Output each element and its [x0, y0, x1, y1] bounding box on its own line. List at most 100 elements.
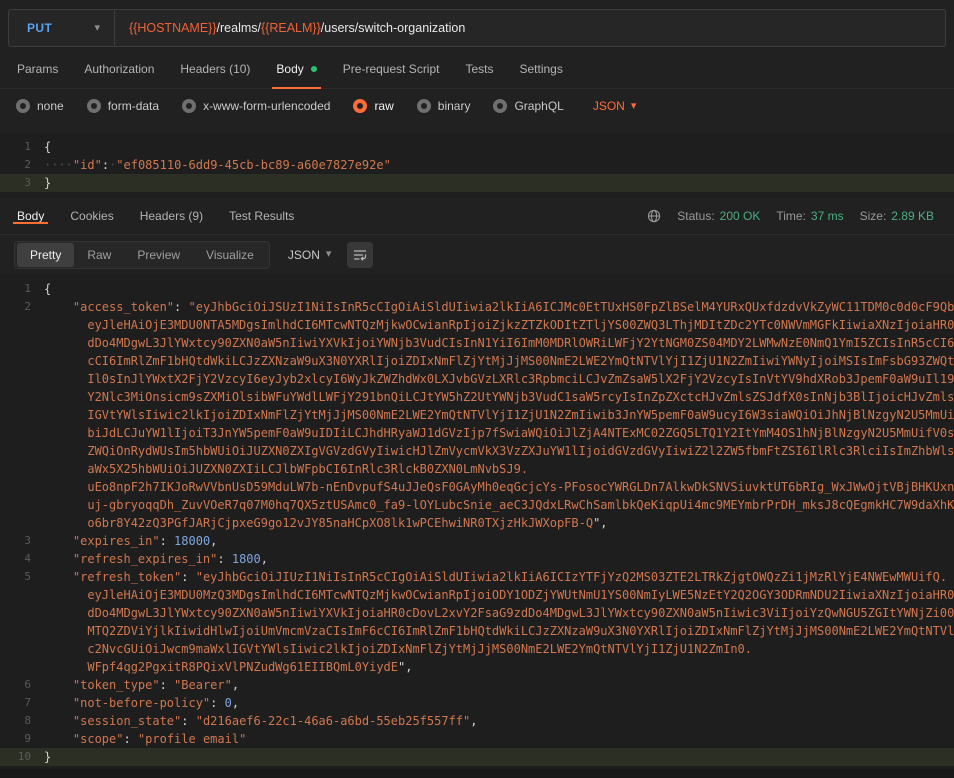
code-line: aWx5X25hbWUiOiJUZXN0ZXIiLCJlbWFpbCI6InRl…: [0, 460, 954, 478]
code-line: dDo4MDgwL3JlYWxtcy90ZXN0aW5nIiwiYXVkIjoi…: [0, 334, 954, 352]
size-label: Size:: [860, 209, 887, 223]
tab-label: Tests: [465, 62, 493, 76]
radio-x-www-form-urlencoded[interactable]: x-www-form-urlencoded: [182, 99, 330, 113]
code-line[interactable]: 2····"id":·"ef085110-6dd9-45cb-bc89-a60e…: [0, 156, 954, 174]
line-number: 3: [0, 174, 44, 192]
tab-pre-request-script[interactable]: Pre-request Script: [330, 49, 453, 88]
line-number: 2: [0, 156, 44, 174]
tab-label: Headers (9): [140, 209, 203, 223]
radio-none[interactable]: none: [16, 99, 64, 113]
size-value: 2.89 KB: [891, 209, 934, 223]
code-text: dDo4MDgwL3JlYWxtcy90ZXN0aW5nIiwiYXVkIjoi…: [44, 604, 954, 622]
network-globe-icon[interactable]: [647, 209, 661, 223]
tab-label: Pre-request Script: [343, 62, 440, 76]
code-text: "not-before-policy": 0,: [44, 694, 954, 712]
tab-params[interactable]: Params: [4, 49, 71, 88]
radio-raw[interactable]: raw: [353, 99, 393, 113]
view-raw[interactable]: Raw: [74, 243, 124, 267]
line-number: [0, 406, 44, 424]
code-text: ZWQiOnRydWUsIm5hbWUiOiJUZXN0ZXIgVGVzdGVy…: [44, 442, 954, 460]
tab-label: Params: [17, 62, 58, 76]
code-line: uj-gbryoqqDh_ZuvVOeR7q07M0hq7QX5ztUSAmc0…: [0, 496, 954, 514]
response-tab-headers[interactable]: Headers (9): [127, 209, 216, 223]
line-number: [0, 496, 44, 514]
tab-tests[interactable]: Tests: [452, 49, 506, 88]
tab-label: Body: [276, 62, 303, 76]
method-label: PUT: [27, 21, 52, 35]
line-number: [0, 604, 44, 622]
code-text: "scope": "profile email": [44, 730, 954, 748]
line-number: 1: [0, 280, 44, 298]
status-badge[interactable]: Status: 200 OK: [677, 209, 760, 223]
tab-authorization[interactable]: Authorization: [71, 49, 167, 88]
code-line: 2"access_token": "eyJhbGciOiJSUzI1NiIsIn…: [0, 298, 954, 316]
line-number: [0, 586, 44, 604]
line-number: [0, 640, 44, 658]
view-pretty[interactable]: Pretty: [17, 243, 74, 267]
code-line: 3"expires_in": 18000,: [0, 532, 954, 550]
code-line: MTQ2ZDViYjlkIiwidHlwIjoiUmVmcmVzaCIsImF6…: [0, 622, 954, 640]
line-number: 5: [0, 568, 44, 586]
body-language-dropdown[interactable]: JSON ▾: [593, 99, 637, 113]
view-visualize[interactable]: Visualize: [193, 243, 267, 267]
time-value: 37 ms: [811, 209, 844, 223]
code-text: uj-gbryoqqDh_ZuvVOeR7q07M0hq7QX5ztUSAmc0…: [44, 496, 954, 514]
radio-label: binary: [438, 99, 471, 113]
response-time[interactable]: Time: 37 ms: [776, 209, 843, 223]
tab-headers[interactable]: Headers (10): [167, 49, 263, 88]
radio-label: raw: [374, 99, 393, 113]
status-label: Status:: [677, 209, 714, 223]
response-tab-cookies[interactable]: Cookies: [57, 209, 126, 223]
radio-icon: [87, 99, 101, 113]
tab-body[interactable]: Body: [263, 49, 329, 88]
line-number: [0, 460, 44, 478]
response-tab-body[interactable]: Body: [4, 209, 57, 223]
line-number: [0, 658, 44, 676]
code-line: 5"refresh_token": "eyJhbGciOiJIUzI1NiIsI…: [0, 568, 954, 586]
radio-binary[interactable]: binary: [417, 99, 471, 113]
view-preview[interactable]: Preview: [124, 243, 193, 267]
tab-label: Authorization: [84, 62, 154, 76]
code-text: aWx5X25hbWUiOiJUZXN0ZXIiLCJlbWFpbCI6InRl…: [44, 460, 954, 478]
response-size[interactable]: Size: 2.89 KB: [860, 209, 934, 223]
line-number: [0, 424, 44, 442]
radio-form-data[interactable]: form-data: [87, 99, 159, 113]
url-variable-realm: {{REALM}}: [261, 21, 321, 35]
code-line[interactable]: 1{: [0, 138, 954, 156]
code-line: eyJleHAiOjE3MDU0NTA5MDgsImlhdCI6MTcwNTQz…: [0, 316, 954, 334]
tab-settings[interactable]: Settings: [507, 49, 576, 88]
line-number: 1: [0, 138, 44, 156]
line-number: [0, 478, 44, 496]
line-number: [0, 352, 44, 370]
response-header: Body Cookies Headers (9) Test Results St…: [0, 197, 954, 235]
status-value: 200 OK: [720, 209, 761, 223]
wrap-lines-button[interactable]: [347, 242, 373, 268]
line-number: 7: [0, 694, 44, 712]
request-body-editor[interactable]: 1{2····"id":·"ef085110-6dd9-45cb-bc89-a6…: [0, 133, 954, 197]
method-selector[interactable]: PUT ▾: [9, 10, 115, 46]
code-line[interactable]: 3}: [0, 174, 954, 192]
radio-icon: [417, 99, 431, 113]
view-label: Preview: [137, 248, 180, 262]
url-variable-hostname: {{HOSTNAME}}: [129, 21, 217, 35]
language-label: JSON: [593, 99, 625, 113]
line-number: 9: [0, 730, 44, 748]
code-line: ZWQiOnRydWUsIm5hbWUiOiJUZXN0ZXIgVGVzdGVy…: [0, 442, 954, 460]
response-tab-test-results[interactable]: Test Results: [216, 209, 307, 223]
code-line: WFpf4qg2PgxitR8PQixVlPNZudWg61EIIBQmL0Yi…: [0, 658, 954, 676]
code-line: uEo8npF2h7IKJoRwVVbnUsD59MduLW7b-nEnDvpu…: [0, 478, 954, 496]
code-text: eyJleHAiOjE3MDU0NTA5MDgsImlhdCI6MTcwNTQz…: [44, 316, 954, 334]
line-number: 3: [0, 532, 44, 550]
response-language-dropdown[interactable]: JSON ▾: [288, 248, 332, 262]
code-text: MTQ2ZDViYjlkIiwidHlwIjoiUmVmcmVzaCIsImF6…: [44, 622, 954, 640]
code-line: biJdLCJuYW1lIjoiT3JnYW5pemF0aW9uIDIiLCJh…: [0, 424, 954, 442]
code-line: o6br8Y42zQ3PGfJARjCjpxeG9go12vJY85naHCpX…: [0, 514, 954, 532]
url-input[interactable]: {{HOSTNAME}}/realms/{{REALM}}/users/swit…: [115, 10, 945, 46]
view-label: Visualize: [206, 248, 254, 262]
code-text: IGVtYWlsIiwic2lkIjoiZDIxNmFlZjYtMjJjMS00…: [44, 406, 954, 424]
chevron-down-icon: ▾: [94, 23, 100, 34]
url-path-segment: /realms/: [217, 21, 261, 35]
line-number: [0, 334, 44, 352]
radio-graphql[interactable]: GraphQL: [493, 99, 563, 113]
code-text: c2NvcGUiOiJwcm9maWxlIGVtYWlsIiwic2lkIjoi…: [44, 640, 954, 658]
